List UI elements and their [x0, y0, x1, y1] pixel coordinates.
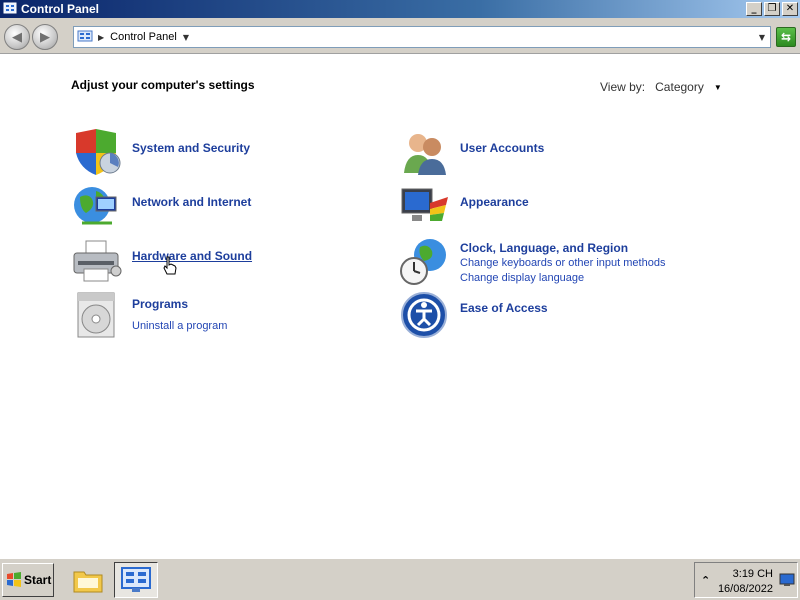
folder-icon	[73, 571, 103, 593]
breadcrumb-control-panel[interactable]: Control Panel	[110, 31, 177, 43]
taskbar-control-panel[interactable]	[114, 562, 158, 598]
view-by-dropdown[interactable]: Category	[655, 80, 704, 94]
clock-time[interactable]: 3:19 CH	[721, 568, 773, 580]
category-title[interactable]: Ease of Access	[460, 301, 548, 315]
navigation-bar: ◀ ▶ ▶ Control Panel ▼ ▼ ⇆	[0, 18, 800, 54]
category-title[interactable]: Network and Internet	[132, 195, 251, 209]
page-heading: Adjust your computer's settings	[71, 78, 255, 92]
view-by-dropdown-arrow-icon[interactable]: ▼	[714, 83, 722, 92]
title-bar: Control Panel _ ❐ ✕	[0, 0, 800, 18]
show-hidden-icons-icon[interactable]: ⌃	[701, 574, 710, 587]
taskbar: Start ⌃ 3:19 CH 16/08/2022	[0, 558, 800, 600]
forward-button[interactable]: ▶	[32, 24, 58, 50]
category-title[interactable]: Hardware and Sound	[132, 249, 252, 263]
start-button[interactable]: Start	[2, 563, 54, 597]
users-icon[interactable]	[400, 129, 450, 177]
close-button[interactable]: ✕	[782, 2, 798, 16]
refresh-icon: ⇆	[780, 30, 792, 44]
category-title[interactable]: Clock, Language, and Region	[460, 241, 628, 255]
address-dropdown-icon[interactable]: ▼	[759, 33, 765, 42]
control-panel-icon	[77, 30, 93, 42]
ease-of-access-icon[interactable]	[400, 291, 450, 339]
network-globe-icon[interactable]	[72, 183, 122, 231]
main-content: Adjust your computer's settings View by:…	[0, 55, 800, 558]
category-title[interactable]: User Accounts	[460, 141, 544, 155]
back-button[interactable]: ◀	[4, 24, 30, 50]
view-by: View by: Category ▼	[600, 80, 722, 94]
change-keyboards-link[interactable]: Change keyboards or other input methods	[460, 257, 665, 269]
hand-pointer-icon	[163, 256, 177, 275]
restore-button[interactable]: ❐	[764, 2, 780, 16]
window-title: Control Panel	[21, 2, 100, 16]
control-panel-icon	[121, 567, 151, 592]
refresh-button[interactable]: ⇆	[776, 27, 796, 47]
appearance-monitor-icon[interactable]	[400, 183, 450, 231]
category-title[interactable]: Appearance	[460, 195, 529, 209]
breadcrumb-separator-icon[interactable]: ▶	[98, 33, 104, 42]
category-title[interactable]: Programs	[132, 297, 188, 311]
view-by-label: View by:	[600, 80, 646, 94]
programs-disc-icon[interactable]	[72, 291, 122, 339]
category-title[interactable]: System and Security	[132, 141, 250, 155]
address-bar[interactable]: ▶ Control Panel ▼ ▼	[73, 26, 771, 48]
clock-globe-icon[interactable]	[400, 237, 450, 285]
clock-date[interactable]: 16/08/2022	[715, 583, 773, 595]
windows-logo-icon	[7, 572, 21, 587]
change-display-language-link[interactable]: Change display language	[460, 272, 584, 284]
network-tray-icon[interactable]	[779, 573, 795, 587]
control-panel-icon	[3, 2, 17, 14]
breadcrumb-dropdown-icon[interactable]: ▼	[183, 33, 189, 42]
start-label: Start	[24, 573, 52, 587]
printer-icon[interactable]	[72, 237, 122, 285]
back-arrow-icon: ◀	[12, 29, 22, 45]
minimize-button[interactable]: _	[746, 2, 762, 16]
taskbar-windows-explorer[interactable]	[66, 562, 110, 598]
shield-icon[interactable]	[72, 129, 122, 177]
system-tray: ⌃ 3:19 CH 16/08/2022	[694, 562, 798, 598]
forward-arrow-icon: ▶	[40, 29, 50, 45]
uninstall-program-link[interactable]: Uninstall a program	[132, 320, 227, 332]
